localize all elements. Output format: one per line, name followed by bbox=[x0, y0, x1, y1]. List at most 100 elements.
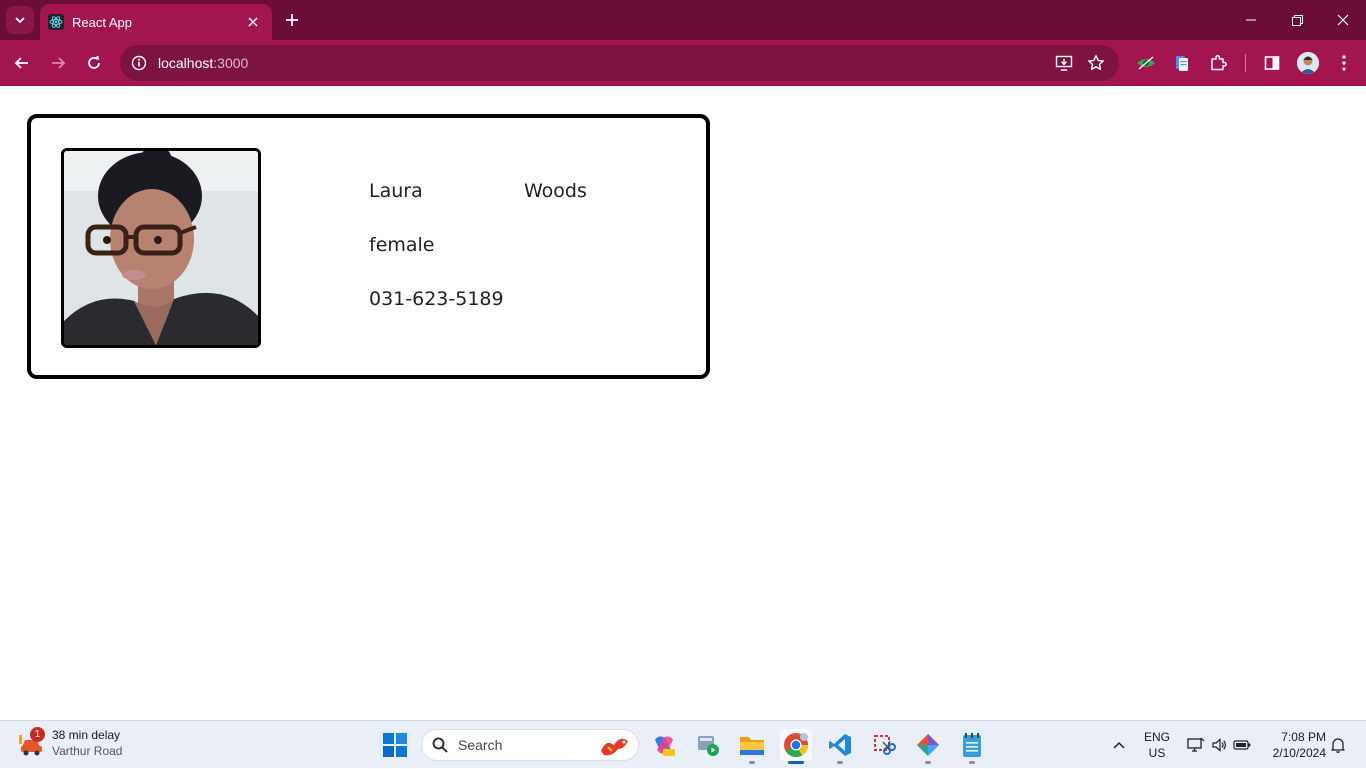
bell-icon bbox=[1331, 738, 1345, 753]
clock[interactable]: 7:08 PM 2/10/2024 bbox=[1262, 721, 1326, 769]
git-app-icon bbox=[917, 734, 939, 756]
taskbar-chrome[interactable] bbox=[780, 729, 812, 764]
running-indicator bbox=[925, 761, 931, 764]
more-vertical-icon bbox=[1342, 55, 1346, 71]
system-status-area[interactable] bbox=[1184, 721, 1254, 769]
traffic-car-icon: 1 bbox=[18, 727, 46, 757]
media-player-icon bbox=[698, 736, 719, 756]
copilot-icon bbox=[655, 736, 675, 756]
traffic-widget[interactable]: 1 38 min delay Varthur Road bbox=[18, 727, 122, 759]
running-indicator bbox=[837, 761, 843, 764]
clock-date: 2/10/2024 bbox=[1272, 746, 1326, 760]
url-text: localhost:3000 bbox=[158, 55, 248, 71]
star-icon bbox=[1088, 55, 1104, 71]
profile-avatar[interactable] bbox=[1297, 52, 1319, 74]
puzzle-icon bbox=[1211, 55, 1227, 71]
side-panel-icon bbox=[1264, 56, 1280, 70]
taskbar-notepad[interactable] bbox=[956, 729, 988, 764]
extensions-button[interactable] bbox=[1207, 52, 1229, 74]
language-indicator[interactable]: ENG US bbox=[1138, 721, 1176, 769]
gender: female bbox=[369, 234, 435, 256]
back-button[interactable] bbox=[6, 47, 38, 79]
search-placeholder: Search bbox=[458, 737, 503, 753]
chevron-up-icon bbox=[1113, 741, 1125, 749]
search-icon bbox=[432, 737, 448, 753]
browser-menu-button[interactable] bbox=[1333, 52, 1355, 74]
install-app-button[interactable] bbox=[1055, 54, 1073, 72]
clock-time: 7:08 PM bbox=[1281, 730, 1326, 744]
active-indicator bbox=[788, 761, 804, 764]
tab-strip: React App bbox=[0, 0, 1366, 40]
side-panel-button[interactable] bbox=[1261, 52, 1283, 74]
notifications-button[interactable] bbox=[1328, 721, 1348, 769]
browser-toolbar: localhost:3000 bbox=[0, 40, 1366, 86]
info-icon bbox=[131, 55, 147, 71]
new-tab-button[interactable] bbox=[280, 8, 304, 32]
extension-files-button[interactable] bbox=[1171, 52, 1193, 74]
notepad-icon bbox=[963, 733, 981, 757]
person-photo-icon bbox=[64, 151, 258, 345]
close-icon bbox=[248, 17, 258, 27]
minimize-icon bbox=[1246, 19, 1256, 21]
traffic-subtitle: Varthur Road bbox=[52, 744, 123, 758]
toolbar-separator bbox=[1245, 54, 1246, 72]
restore-button[interactable] bbox=[1274, 0, 1320, 40]
reload-button[interactable] bbox=[78, 47, 110, 79]
taskbar-vscode[interactable] bbox=[824, 729, 856, 764]
chrome-icon bbox=[784, 733, 808, 758]
arrow-right-icon bbox=[52, 57, 66, 69]
windows-logo-icon bbox=[383, 733, 407, 757]
taskbar-media[interactable] bbox=[692, 729, 724, 761]
language-primary: ENG bbox=[1143, 730, 1170, 744]
extension-eye-button[interactable] bbox=[1135, 52, 1157, 74]
close-icon bbox=[1337, 14, 1349, 26]
volume-icon bbox=[1212, 738, 1226, 752]
show-hidden-icons-button[interactable] bbox=[1108, 721, 1130, 769]
last-name: Woods bbox=[524, 180, 587, 202]
taskbar-file-explorer[interactable] bbox=[736, 729, 768, 764]
chevron-down-icon bbox=[15, 17, 25, 24]
vscode-icon bbox=[829, 734, 851, 756]
bookmark-button[interactable] bbox=[1087, 54, 1105, 72]
files-extension-icon bbox=[1176, 56, 1188, 71]
start-button[interactable] bbox=[383, 733, 407, 757]
minimize-button[interactable] bbox=[1228, 0, 1274, 40]
taskbar-snipping-tool[interactable] bbox=[868, 729, 900, 761]
taskbar: 1 38 min delay Varthur Road Search ENG U… bbox=[0, 720, 1366, 768]
phone-number: 031-623-5189 bbox=[369, 288, 504, 310]
address-bar[interactable]: localhost:3000 bbox=[120, 45, 1119, 81]
close-window-button[interactable] bbox=[1320, 0, 1366, 40]
close-tab-button[interactable] bbox=[244, 13, 262, 31]
install-icon bbox=[1055, 55, 1073, 71]
tab-react-app[interactable]: React App bbox=[40, 4, 272, 40]
eye-extension-icon bbox=[1137, 56, 1155, 70]
traffic-title: 38 min delay bbox=[52, 728, 121, 742]
url-port: :3000 bbox=[213, 55, 249, 71]
taskbar-git-app[interactable] bbox=[912, 729, 944, 764]
forward-button[interactable] bbox=[42, 47, 74, 79]
taskbar-copilot[interactable] bbox=[648, 729, 680, 761]
profile-photo bbox=[61, 148, 261, 348]
first-name: Laura bbox=[369, 180, 423, 202]
tab-title: React App bbox=[72, 14, 132, 30]
dragon-decoration-icon bbox=[601, 738, 628, 756]
site-info-button[interactable] bbox=[122, 46, 156, 80]
folder-icon bbox=[740, 737, 764, 755]
tab-search-button[interactable] bbox=[6, 6, 34, 34]
restore-icon bbox=[1291, 14, 1303, 26]
battery-icon bbox=[1233, 740, 1251, 750]
notification-badge: 1 bbox=[30, 727, 45, 742]
taskbar-search[interactable]: Search bbox=[421, 729, 639, 761]
running-indicator bbox=[969, 761, 975, 764]
arrow-left-icon bbox=[14, 57, 28, 69]
running-indicator bbox=[749, 761, 755, 764]
reload-icon bbox=[88, 55, 100, 69]
plus-icon bbox=[286, 14, 298, 26]
profile-avatar-icon bbox=[1297, 52, 1319, 74]
language-secondary: US bbox=[1148, 746, 1166, 760]
react-logo-icon bbox=[48, 14, 64, 30]
url-host: localhost bbox=[158, 55, 214, 71]
network-icon bbox=[1187, 737, 1205, 752]
profile-card: Laura Woods female 031-623-5189 bbox=[27, 114, 710, 379]
snipping-tool-icon bbox=[874, 735, 896, 755]
